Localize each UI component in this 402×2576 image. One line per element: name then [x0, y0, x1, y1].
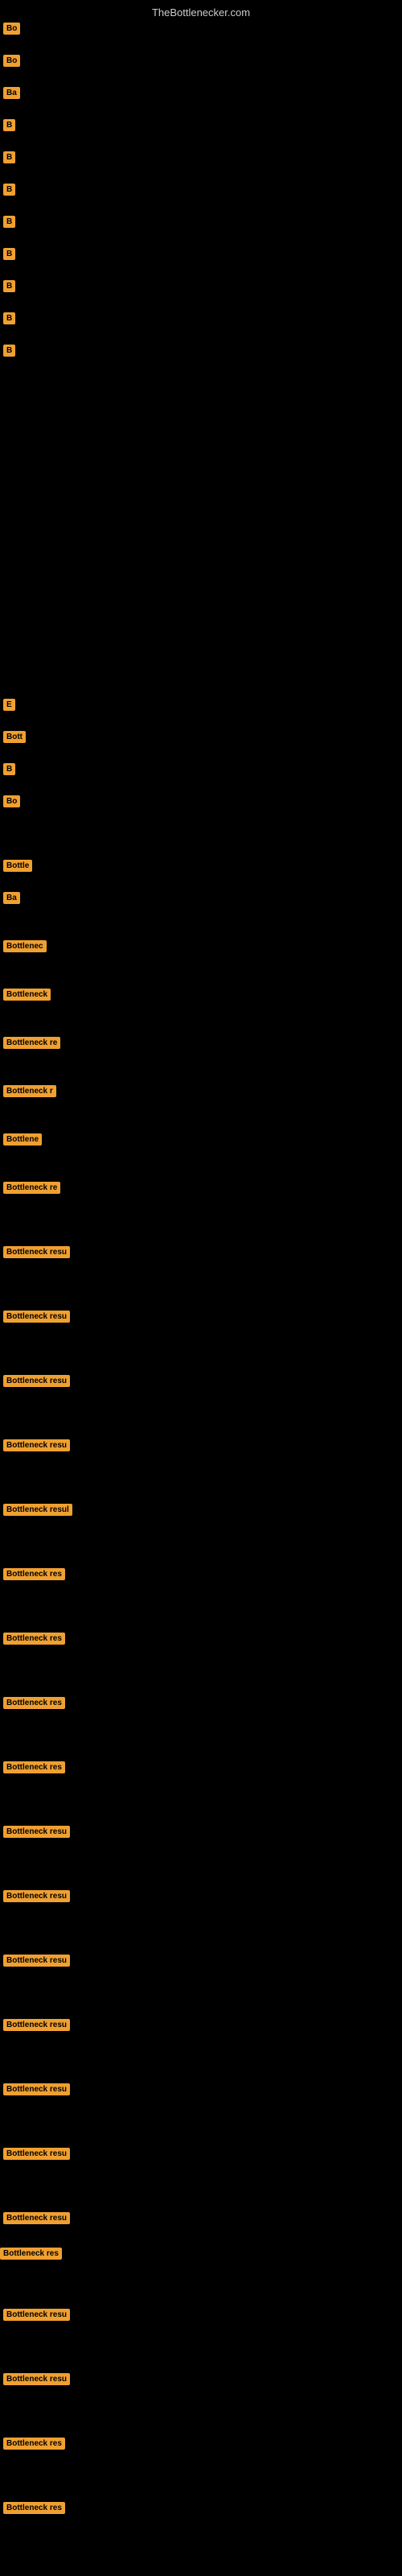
badge-3[interactable]: Ba [3, 87, 20, 99]
badge-11[interactable]: B [3, 345, 15, 357]
badge-14[interactable]: B [3, 763, 15, 775]
badge-7[interactable]: B [3, 216, 15, 228]
badge-8[interactable]: B [3, 248, 15, 260]
badge-38[interactable]: Bottleneck resu [3, 2148, 70, 2160]
badge-34[interactable]: Bottleneck resu [3, 1890, 70, 1902]
badge-5[interactable]: B [3, 151, 15, 163]
badge-26[interactable]: Bottleneck resu [3, 1375, 70, 1387]
badge-23[interactable]: Bottleneck re [3, 1182, 60, 1194]
badge-18[interactable]: Bottlenec [3, 940, 47, 952]
badge-27[interactable]: Bottleneck resu [3, 1439, 70, 1451]
badge-10[interactable]: B [3, 312, 15, 324]
badge-24[interactable]: Bottleneck resu [3, 1246, 70, 1258]
badge-25[interactable]: Bottleneck resu [3, 1311, 70, 1323]
badge-29[interactable]: Bottleneck res [3, 1568, 65, 1580]
badge-30[interactable]: Bottleneck res [3, 1633, 65, 1645]
badge-39[interactable]: Bottleneck resu [3, 2212, 70, 2224]
badge-40[interactable]: Bottleneck res [0, 2248, 62, 2260]
badge-35[interactable]: Bottleneck resu [3, 1955, 70, 1967]
badge-9[interactable]: B [3, 280, 15, 292]
badge-43[interactable]: Bottleneck res [3, 2438, 65, 2450]
badge-6[interactable]: B [3, 184, 15, 196]
badge-33[interactable]: Bottleneck resu [3, 1826, 70, 1838]
badge-17[interactable]: Ba [3, 892, 20, 904]
badge-32[interactable]: Bottleneck res [3, 1761, 65, 1773]
badge-44[interactable]: Bottleneck res [3, 2502, 65, 2514]
badge-31[interactable]: Bottleneck res [3, 1697, 65, 1709]
badge-1[interactable]: Bo [3, 23, 20, 35]
badge-42[interactable]: Bottleneck resu [3, 2373, 70, 2385]
badge-20[interactable]: Bottleneck re [3, 1037, 60, 1049]
badge-41[interactable]: Bottleneck resu [3, 2309, 70, 2321]
badge-36[interactable]: Bottleneck resu [3, 2019, 70, 2031]
badge-21[interactable]: Bottleneck r [3, 1085, 56, 1097]
site-title: TheBottlenecker.com [152, 6, 250, 19]
badge-16[interactable]: Bottle [3, 860, 32, 872]
badge-12[interactable]: E [3, 699, 15, 711]
badge-19[interactable]: Bottleneck [3, 989, 51, 1001]
badge-28[interactable]: Bottleneck resul [3, 1504, 72, 1516]
badge-13[interactable]: Bott [3, 731, 26, 743]
badge-15[interactable]: Bo [3, 795, 20, 807]
badge-22[interactable]: Bottlene [3, 1133, 42, 1146]
badge-4[interactable]: B [3, 119, 15, 131]
badge-2[interactable]: Bo [3, 55, 20, 67]
badge-37[interactable]: Bottleneck resu [3, 2083, 70, 2095]
